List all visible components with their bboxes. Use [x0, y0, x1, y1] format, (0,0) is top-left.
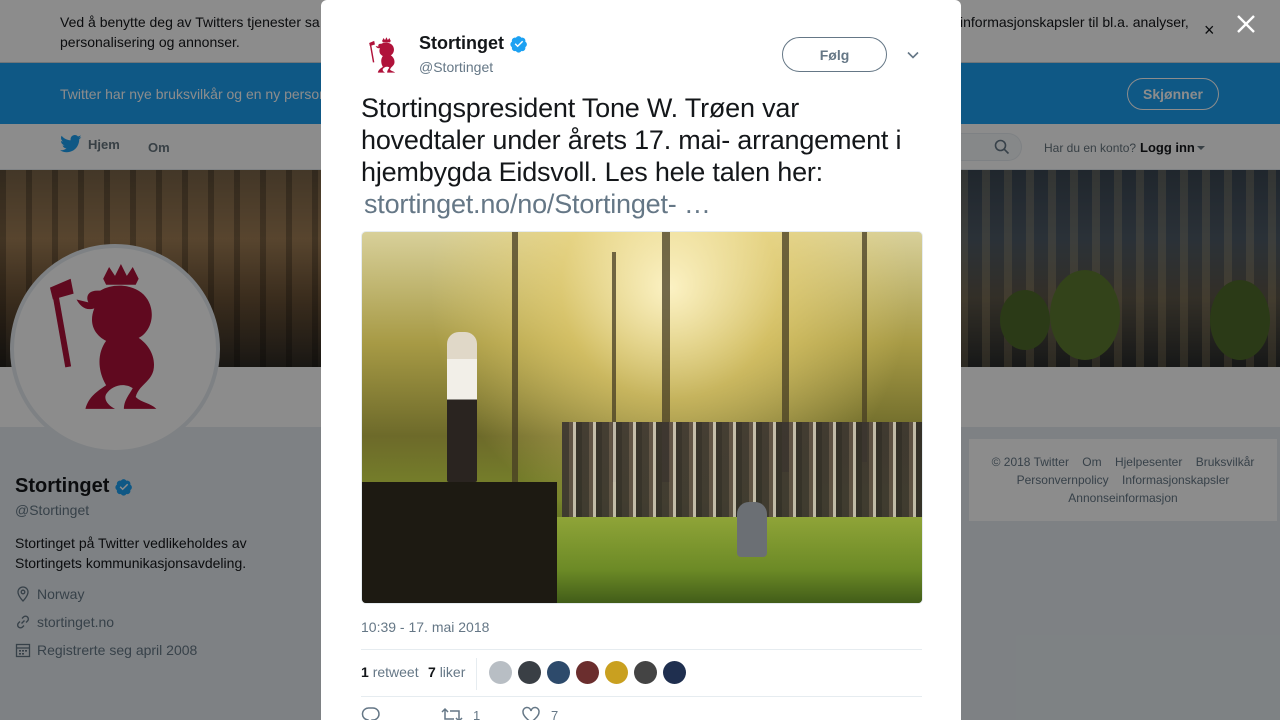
tweet-photo[interactable]: [361, 231, 923, 604]
retweet-count: 1: [361, 664, 369, 680]
liker-avatar[interactable]: [518, 661, 541, 684]
stats-divider: [476, 658, 477, 690]
liker-avatar[interactable]: [663, 661, 686, 684]
tweet-link[interactable]: stortinget.no/no/Stortinget- …: [364, 189, 711, 219]
likers-avatars: [489, 661, 686, 684]
reply-action[interactable]: [361, 706, 391, 720]
close-icon[interactable]: [1232, 10, 1260, 38]
stortinget-lion-logo: [369, 37, 396, 73]
retweet-action-count: 1: [473, 707, 481, 720]
likes-count: 7: [428, 664, 436, 680]
like-action[interactable]: 7: [521, 706, 558, 720]
tweet-modal: Stortinget @Stortinget Følg Stortingspre…: [321, 0, 961, 720]
like-action-count: 7: [551, 707, 559, 720]
retweet-icon: [441, 707, 463, 720]
retweet-stat[interactable]: 1 retweet: [361, 664, 419, 680]
tweet-text: Stortingspresident Tone W. Trøen var hov…: [361, 92, 921, 220]
verified-badge-icon: [510, 35, 527, 53]
tweet-author-handle[interactable]: @Stortinget: [419, 59, 493, 75]
liker-avatar[interactable]: [489, 661, 512, 684]
likes-stat[interactable]: 7 liker: [428, 664, 465, 680]
tweet-timestamp[interactable]: 10:39 - 17. mai 2018: [361, 619, 489, 635]
liker-avatar[interactable]: [605, 661, 628, 684]
tweet-stats: 1 retweet 7 liker: [361, 649, 922, 697]
tweet-body: Stortingspresident Tone W. Trøen var hov…: [361, 93, 902, 187]
liker-avatar[interactable]: [547, 661, 570, 684]
tweet-author-name-text: Stortinget: [419, 33, 504, 53]
likes-label: liker: [439, 664, 466, 680]
retweet-label: retweet: [372, 664, 419, 680]
liker-avatar[interactable]: [576, 661, 599, 684]
heart-icon: [522, 706, 540, 720]
chevron-down-icon[interactable]: [905, 47, 921, 63]
reply-icon: [361, 707, 380, 720]
tweet-author-name[interactable]: Stortinget: [419, 33, 528, 54]
liker-avatar[interactable]: [634, 661, 657, 684]
tweet-author-avatar[interactable]: [361, 34, 409, 82]
retweet-action[interactable]: 1: [441, 706, 480, 720]
follow-button[interactable]: Følg: [782, 37, 887, 72]
